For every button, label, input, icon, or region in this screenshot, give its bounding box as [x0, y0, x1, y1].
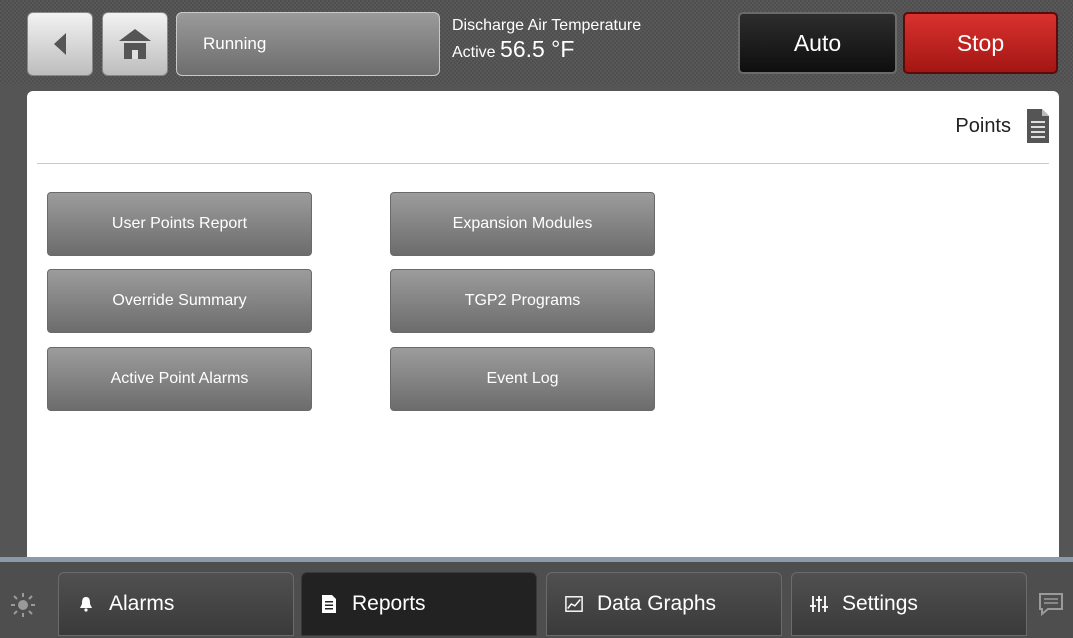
tab-reports[interactable]: Reports: [301, 572, 537, 636]
temperature-state: Active: [452, 44, 496, 61]
section-header: Points: [955, 106, 1049, 146]
tab-data-graphs[interactable]: Data Graphs: [546, 572, 782, 636]
auto-label: Auto: [793, 29, 842, 56]
override-summary-button[interactable]: Override Summary: [47, 269, 312, 333]
status-text: Running: [203, 34, 267, 53]
bottom-nav: Alarms Reports Data Graphs Settings: [0, 562, 1073, 638]
tab-label: Reports: [352, 592, 426, 615]
section-title: Points: [955, 114, 1011, 137]
temperature-readout: Discharge Air Temperature Active 56.5 °F: [452, 16, 722, 66]
menu-button-label: Active Point Alarms: [110, 370, 249, 387]
stop-button[interactable]: Stop: [903, 12, 1058, 74]
main-panel: Points User Points Report Override Summa…: [27, 91, 1059, 557]
menu-button-label: Expansion Modules: [452, 215, 593, 232]
report-icon: [320, 595, 338, 613]
tgp2-programs-button[interactable]: TGP2 Programs: [390, 269, 655, 333]
menu-button-label: Override Summary: [112, 292, 247, 309]
menu-button-label: Event Log: [486, 370, 559, 387]
expansion-modules-button[interactable]: Expansion Modules: [390, 192, 655, 256]
tab-label: Settings: [842, 592, 918, 615]
tab-label: Data Graphs: [597, 592, 717, 615]
sliders-icon: [810, 595, 828, 613]
temperature-value: 56.5 °F: [500, 36, 575, 62]
tab-settings[interactable]: Settings: [791, 572, 1027, 636]
bell-icon: [77, 595, 95, 613]
active-point-alarms-button[interactable]: Active Point Alarms: [47, 347, 312, 411]
home-button[interactable]: [102, 12, 168, 76]
message-icon[interactable]: [1038, 592, 1064, 616]
menu-button-label: User Points Report: [111, 215, 248, 232]
back-arrow-icon: [54, 33, 66, 55]
stop-label: Stop: [956, 29, 1005, 56]
brightness-icon[interactable]: [10, 592, 36, 618]
home-icon: [119, 29, 151, 59]
back-button[interactable]: [27, 12, 93, 76]
tab-alarms[interactable]: Alarms: [58, 572, 294, 636]
user-points-report-button[interactable]: User Points Report: [47, 192, 312, 256]
tab-label: Alarms: [109, 592, 175, 615]
status-display[interactable]: Running: [176, 12, 440, 76]
menu-button-label: TGP2 Programs: [464, 292, 581, 309]
header-divider: [37, 163, 1049, 164]
graph-icon: [565, 595, 583, 613]
event-log-button[interactable]: Event Log: [390, 347, 655, 411]
temperature-title: Discharge Air Temperature: [452, 17, 642, 34]
document-icon: [1027, 109, 1049, 143]
auto-button[interactable]: Auto: [738, 12, 897, 74]
top-bar: Running Discharge Air Temperature Active…: [0, 0, 1073, 85]
